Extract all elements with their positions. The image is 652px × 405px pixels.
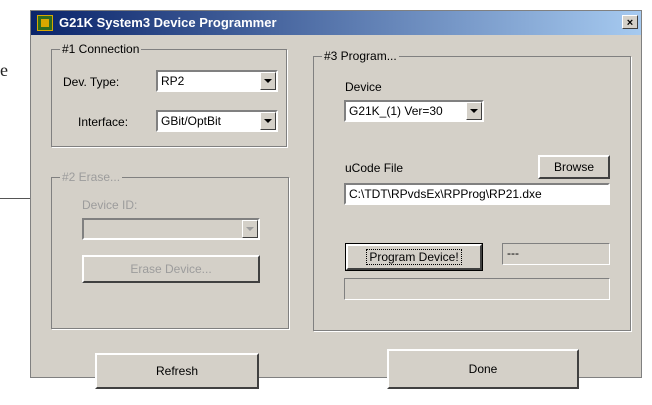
connection-group-label: #1 Connection — [60, 42, 142, 56]
device-select[interactable]: G21K_(1) Ver=30 — [344, 100, 484, 122]
program-device-button-label: Program Device! — [366, 249, 462, 265]
refresh-button-label: Refresh — [155, 364, 199, 378]
program-device-button[interactable]: Program Device! — [345, 243, 483, 271]
done-button-label: Done — [468, 362, 498, 376]
ucode-file-label: uCode File — [345, 161, 404, 175]
device-id-select — [82, 218, 260, 240]
close-button[interactable]: × — [622, 15, 638, 29]
connection-group: #1 Connection Dev. Type: RP2 Interface: … — [51, 42, 287, 147]
erase-device-button: Erase Device... — [82, 255, 260, 283]
ucode-file-input[interactable]: C:\TDT\RPvdsEx\RPProg\RP21.dxe — [344, 183, 610, 205]
app-icon — [37, 15, 53, 31]
chevron-down-icon[interactable] — [466, 102, 482, 120]
browse-button[interactable]: Browse — [538, 155, 610, 179]
ucode-file-path: C:\TDT\RPvdsEx\RPProg\RP21.dxe — [349, 187, 542, 201]
erase-group-label: #2 Erase... — [60, 170, 123, 184]
program-group-label: #3 Program... — [322, 49, 399, 63]
chevron-down-icon[interactable] — [260, 112, 276, 130]
program-group: #3 Program... Device G21K_(1) Ver=30 uCo… — [313, 49, 631, 331]
refresh-button[interactable]: Refresh — [95, 353, 259, 389]
status-field: --- — [502, 243, 610, 265]
device-id-label: Device ID: — [82, 198, 138, 212]
browse-button-label: Browse — [553, 160, 594, 174]
interface-select[interactable]: GBit/OptBit — [156, 110, 278, 132]
window-title: G21K System3 Device Programmer — [59, 15, 277, 30]
chevron-down-icon[interactable] — [260, 72, 276, 90]
device-label: Device — [345, 80, 382, 94]
done-button[interactable]: Done — [387, 349, 579, 389]
dev-type-label: Dev. Type: — [63, 75, 120, 89]
device-value: G21K_(1) Ver=30 — [349, 104, 443, 118]
dev-type-select[interactable]: RP2 — [156, 70, 278, 92]
title-bar: G21K System3 Device Programmer × — [31, 11, 641, 35]
interface-label: Interface: — [78, 115, 129, 129]
chevron-down-icon — [242, 220, 258, 238]
programmer-window: G21K System3 Device Programmer × #1 Conn… — [30, 10, 642, 389]
status-text: --- — [507, 246, 519, 260]
erase-group: #2 Erase... Device ID: Erase Device... — [51, 170, 289, 329]
dev-type-value: RP2 — [161, 74, 185, 88]
interface-value: GBit/OptBit — [161, 114, 222, 128]
progress-bar — [344, 278, 610, 300]
erase-device-button-label: Erase Device... — [130, 262, 212, 276]
background-document-text: e — [0, 60, 8, 80]
